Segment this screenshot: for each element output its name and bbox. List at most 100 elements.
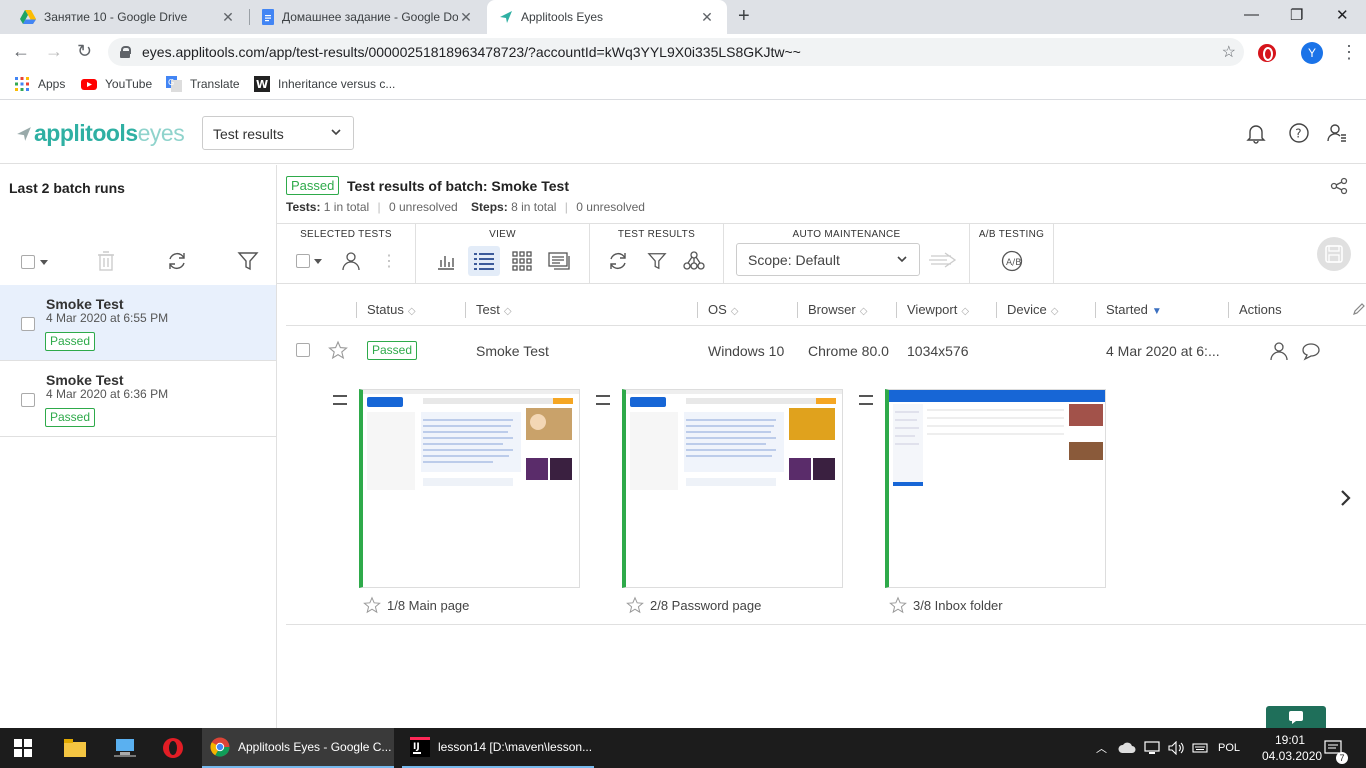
step-screenshot[interactable]	[359, 389, 580, 588]
os-cell: Windows 10	[708, 343, 785, 359]
batch-checkbox[interactable]	[21, 317, 35, 331]
step-screenshot[interactable]	[622, 389, 843, 588]
step-screenshot[interactable]	[885, 389, 1106, 588]
assign-user-icon[interactable]	[335, 246, 367, 276]
bookmark-star-icon[interactable]: ☆	[1222, 42, 1236, 62]
profile-avatar[interactable]: Y	[1301, 42, 1323, 64]
ab-testing-group: A/B TESTING A/B	[970, 224, 1054, 284]
volume-icon[interactable]	[1168, 728, 1184, 768]
sort-icon: ◇	[961, 306, 970, 317]
applitools-logo[interactable]: applitoolseyes	[16, 120, 185, 147]
header-label: Test	[476, 302, 500, 317]
refresh-icon[interactable]	[166, 250, 188, 272]
computer-icon[interactable]	[114, 728, 136, 768]
more-options-icon[interactable]: ⋮	[373, 246, 405, 276]
pencil-icon[interactable]	[1352, 302, 1366, 316]
chat-widget-button[interactable]	[1266, 706, 1326, 728]
help-icon[interactable]: ?	[1288, 122, 1310, 144]
chart-view-icon[interactable]	[430, 246, 462, 276]
column-header-os[interactable]: OS ◇	[697, 302, 739, 318]
bookmark-label: Translate	[190, 77, 240, 91]
close-window-button[interactable]: ✕	[1336, 6, 1349, 24]
browser-menu-icon[interactable]: ⋮	[1340, 42, 1358, 63]
group-by-icon[interactable]	[678, 246, 710, 276]
forward-arrow-icon[interactable]: →	[45, 41, 63, 62]
minimize-window-button[interactable]: —	[1244, 6, 1259, 23]
list-view-icon[interactable]	[468, 246, 500, 276]
filter-icon[interactable]	[641, 246, 673, 276]
select-all-checkbox[interactable]	[21, 255, 35, 269]
assign-user-icon[interactable]	[1269, 341, 1289, 361]
notifications-icon[interactable]: 7	[1324, 728, 1348, 768]
language-indicator[interactable]: POL	[1218, 728, 1240, 768]
trash-icon[interactable]	[97, 250, 115, 272]
file-explorer-icon[interactable]	[64, 728, 86, 768]
batch-title: Test results of batch: Smoke Test	[347, 178, 569, 194]
star-icon[interactable]	[626, 596, 644, 614]
column-header-browser[interactable]: Browser ◇	[797, 302, 867, 318]
share-icon[interactable]	[1330, 177, 1348, 195]
taskbar-app-intellij[interactable]: IJ lesson14 [D:\maven\lesson...	[402, 728, 594, 768]
row-checkbox[interactable]	[296, 343, 310, 357]
star-icon[interactable]	[889, 596, 907, 614]
opera-icon[interactable]	[162, 728, 184, 768]
save-button[interactable]	[1317, 237, 1351, 271]
address-bar[interactable]: eyes.applitools.com/app/test-results/000…	[108, 38, 1244, 66]
keyboard-icon[interactable]	[1192, 728, 1208, 768]
close-tab-icon[interactable]: ✕	[699, 9, 715, 26]
scope-dropdown[interactable]: Scope: Default	[736, 243, 920, 276]
table-row[interactable]: Passed Smoke Test Windows 10 Chrome 80.0…	[286, 326, 1366, 376]
batch-checkbox[interactable]	[21, 393, 35, 407]
batch-list-item[interactable]: Smoke Test 4 Mar 2020 at 6:55 PM Passed	[0, 285, 276, 361]
apply-maintenance-icon[interactable]	[927, 252, 957, 268]
sort-icon: ◇	[407, 306, 416, 317]
ab-testing-icon[interactable]: A/B	[996, 246, 1028, 276]
bookmark-inheritance[interactable]: W Inheritance versus c...	[254, 76, 395, 92]
tab-google-docs[interactable]: Домашнее задание - Google Do ✕	[250, 0, 486, 34]
status-badge: Passed	[45, 332, 96, 351]
page-select-dropdown[interactable]: Test results	[202, 116, 354, 150]
user-settings-icon[interactable]	[1326, 122, 1348, 144]
new-tab-button[interactable]: +	[738, 5, 750, 28]
filter-icon[interactable]	[237, 250, 259, 272]
notification-count-badge: 7	[1336, 752, 1348, 764]
close-tab-icon[interactable]: ✕	[220, 9, 236, 26]
column-header-test[interactable]: Test ◇	[465, 302, 512, 318]
tab-applitools-eyes[interactable]: Applitools Eyes ✕	[487, 0, 727, 34]
maximize-window-button[interactable]: ❐	[1290, 6, 1303, 24]
select-tests-checkbox[interactable]	[293, 246, 325, 276]
tab-google-drive[interactable]: Занятие 10 - Google Drive ✕	[8, 0, 248, 34]
details-view-icon[interactable]	[544, 246, 576, 276]
windows-taskbar: Applitools Eyes - Google C... IJ lesson1…	[0, 728, 1366, 768]
system-clock[interactable]: 19:01 04.03.2020	[1262, 732, 1322, 764]
chevron-down-icon	[897, 256, 907, 263]
refresh-icon[interactable]	[602, 246, 634, 276]
column-header-viewport[interactable]: Viewport ◇	[896, 302, 969, 318]
batch-list-item[interactable]: Smoke Test 4 Mar 2020 at 6:36 PM Passed	[0, 361, 276, 437]
bookmark-translate[interactable]: G Translate	[166, 76, 240, 92]
caret-down-icon[interactable]	[40, 260, 48, 265]
taskbar-app-chrome[interactable]: Applitools Eyes - Google C...	[202, 728, 394, 768]
bookmark-apps[interactable]: Apps	[14, 76, 65, 92]
comment-icon[interactable]	[1301, 341, 1321, 361]
opera-extension-icon[interactable]	[1258, 44, 1276, 62]
windows-start-icon[interactable]	[14, 728, 32, 768]
bell-icon[interactable]	[1245, 122, 1267, 144]
column-header-device[interactable]: Device ◇	[996, 302, 1058, 318]
network-icon[interactable]	[1144, 728, 1160, 768]
batch-stats: Tests: 1 in total | 0 unresolved Steps: …	[286, 200, 645, 214]
onedrive-cloud-icon[interactable]	[1118, 728, 1136, 768]
bookmarks-bar: Apps YouTube G Translate W Inheritance v…	[0, 70, 1366, 100]
bookmark-youtube[interactable]: YouTube	[81, 76, 152, 92]
grid-view-icon[interactable]	[506, 246, 538, 276]
reload-icon[interactable]: ↻	[77, 41, 92, 62]
column-header-status[interactable]: Status ◇	[356, 302, 416, 318]
star-icon[interactable]	[363, 596, 381, 614]
back-arrow-icon[interactable]: ←	[12, 41, 30, 62]
close-tab-icon[interactable]: ✕	[458, 9, 474, 26]
show-hidden-icons-icon[interactable]: ︿	[1096, 728, 1107, 768]
column-header-started[interactable]: Started ▼	[1095, 302, 1162, 318]
star-icon[interactable]	[328, 340, 348, 360]
chevron-right-icon[interactable]	[1340, 489, 1352, 507]
browser-nav-bar: ← → ↻ eyes.applitools.com/app/test-resul…	[0, 34, 1366, 70]
